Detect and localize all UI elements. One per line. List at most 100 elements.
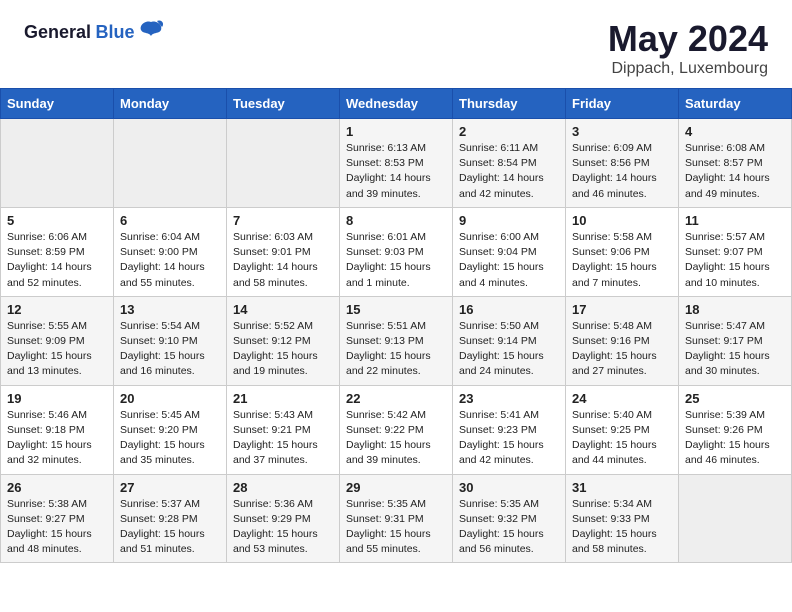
day-number: 2 [459, 124, 559, 139]
day-number: 16 [459, 302, 559, 317]
day-info: Sunrise: 6:00 AM Sunset: 9:04 PM Dayligh… [459, 230, 559, 291]
day-info: Sunrise: 5:52 AM Sunset: 9:12 PM Dayligh… [233, 319, 333, 380]
logo-general-text: General [24, 22, 91, 42]
calendar-cell: 30 Sunrise: 5:35 AM Sunset: 9:32 PM Dayli… [453, 474, 566, 563]
day-info: Sunrise: 5:46 AM Sunset: 9:18 PM Dayligh… [7, 408, 107, 469]
calendar-week-2: 5 Sunrise: 6:06 AM Sunset: 8:59 PM Daylig… [1, 207, 792, 296]
day-number: 5 [7, 213, 107, 228]
calendar-cell: 20 Sunrise: 5:45 AM Sunset: 9:20 PM Dayli… [114, 385, 227, 474]
calendar-week-5: 26Sunrise: 5:38 AM Sunset: 9:27 PM Dayli… [1, 474, 792, 563]
day-info: Sunrise: 5:34 AM Sunset: 9:33 PM Dayligh… [572, 497, 672, 558]
calendar-cell: 1 Sunrise: 6:13 AM Sunset: 8:53 PM Daylig… [340, 119, 453, 208]
day-info: Sunrise: 5:50 AM Sunset: 9:14 PM Dayligh… [459, 319, 559, 380]
day-number: 15 [346, 302, 446, 317]
calendar-cell: 24 Sunrise: 5:40 AM Sunset: 9:25 PM Dayli… [566, 385, 679, 474]
day-number: 17 [572, 302, 672, 317]
day-info: Sunrise: 5:47 AM Sunset: 9:17 PM Dayligh… [685, 319, 785, 380]
weekday-header-saturday: Saturday [679, 89, 792, 119]
day-info: Sunrise: 6:08 AM Sunset: 8:57 PM Dayligh… [685, 141, 785, 202]
day-number: 4 [685, 124, 785, 139]
day-number: 29 [346, 480, 446, 495]
calendar-cell: 7 Sunrise: 6:03 AM Sunset: 9:01 PM Daylig… [227, 207, 340, 296]
day-number: 1 [346, 124, 446, 139]
logo: General Blue [24, 18, 165, 46]
calendar-cell: 16 Sunrise: 5:50 AM Sunset: 9:14 PM Dayli… [453, 296, 566, 385]
calendar-cell [1, 119, 114, 208]
day-info: Sunrise: 5:39 AM Sunset: 9:26 PM Dayligh… [685, 408, 785, 469]
day-info: Sunrise: 5:45 AM Sunset: 9:20 PM Dayligh… [120, 408, 220, 469]
day-info: Sunrise: 5:51 AM Sunset: 9:13 PM Dayligh… [346, 319, 446, 380]
day-number: 22 [346, 391, 446, 406]
day-number: 25 [685, 391, 785, 406]
calendar-cell: 29Sunrise: 5:35 AM Sunset: 9:31 PM Dayli… [340, 474, 453, 563]
calendar-week-1: 1 Sunrise: 6:13 AM Sunset: 8:53 PM Daylig… [1, 119, 792, 208]
weekday-header-row: SundayMondayTuesdayWednesdayThursdayFrid… [1, 89, 792, 119]
weekday-header-sunday: Sunday [1, 89, 114, 119]
calendar-table: SundayMondayTuesdayWednesdayThursdayFrid… [0, 88, 792, 563]
calendar-cell [227, 119, 340, 208]
day-info: Sunrise: 5:37 AM Sunset: 9:28 PM Dayligh… [120, 497, 220, 558]
calendar-cell: 15 Sunrise: 5:51 AM Sunset: 9:13 PM Dayli… [340, 296, 453, 385]
logo-bird-icon [137, 18, 165, 46]
calendar-cell: 13 Sunrise: 5:54 AM Sunset: 9:10 PM Dayli… [114, 296, 227, 385]
weekday-header-monday: Monday [114, 89, 227, 119]
day-number: 7 [233, 213, 333, 228]
calendar-cell: 27 Sunrise: 5:37 AM Sunset: 9:28 PM Dayli… [114, 474, 227, 563]
calendar-cell: 21Sunrise: 5:43 AM Sunset: 9:21 PM Dayli… [227, 385, 340, 474]
day-number: 24 [572, 391, 672, 406]
day-number: 19 [7, 391, 107, 406]
day-info: Sunrise: 6:13 AM Sunset: 8:53 PM Dayligh… [346, 141, 446, 202]
day-number: 26 [7, 480, 107, 495]
calendar-cell: 26Sunrise: 5:38 AM Sunset: 9:27 PM Dayli… [1, 474, 114, 563]
day-number: 13 [120, 302, 220, 317]
calendar-cell: 4 Sunrise: 6:08 AM Sunset: 8:57 PM Daylig… [679, 119, 792, 208]
day-info: Sunrise: 6:09 AM Sunset: 8:56 PM Dayligh… [572, 141, 672, 202]
calendar-cell: 23 Sunrise: 5:41 AM Sunset: 9:23 PM Dayli… [453, 385, 566, 474]
weekday-header-friday: Friday [566, 89, 679, 119]
day-info: Sunrise: 5:57 AM Sunset: 9:07 PM Dayligh… [685, 230, 785, 291]
day-number: 31 [572, 480, 672, 495]
calendar-cell [114, 119, 227, 208]
calendar-cell: 14Sunrise: 5:52 AM Sunset: 9:12 PM Dayli… [227, 296, 340, 385]
day-info: Sunrise: 5:42 AM Sunset: 9:22 PM Dayligh… [346, 408, 446, 469]
day-number: 11 [685, 213, 785, 228]
calendar-cell: 2Sunrise: 6:11 AM Sunset: 8:54 PM Daylig… [453, 119, 566, 208]
calendar-cell: 28Sunrise: 5:36 AM Sunset: 9:29 PM Dayli… [227, 474, 340, 563]
calendar-subtitle: Dippach, Luxembourg [608, 60, 768, 78]
day-info: Sunrise: 6:06 AM Sunset: 8:59 PM Dayligh… [7, 230, 107, 291]
day-info: Sunrise: 5:41 AM Sunset: 9:23 PM Dayligh… [459, 408, 559, 469]
calendar-cell: 12 Sunrise: 5:55 AM Sunset: 9:09 PM Dayli… [1, 296, 114, 385]
day-info: Sunrise: 6:01 AM Sunset: 9:03 PM Dayligh… [346, 230, 446, 291]
day-number: 21 [233, 391, 333, 406]
page-header: General Blue May 2024 Dippach, Luxembour… [0, 0, 792, 88]
calendar-cell: 19 Sunrise: 5:46 AM Sunset: 9:18 PM Dayli… [1, 385, 114, 474]
calendar-cell: 18 Sunrise: 5:47 AM Sunset: 9:17 PM Dayli… [679, 296, 792, 385]
title-area: May 2024 Dippach, Luxembourg [608, 18, 768, 78]
day-number: 23 [459, 391, 559, 406]
logo-blue-text: Blue [96, 22, 135, 42]
calendar-cell [679, 474, 792, 563]
day-number: 12 [7, 302, 107, 317]
weekday-header-wednesday: Wednesday [340, 89, 453, 119]
calendar-cell: 25 Sunrise: 5:39 AM Sunset: 9:26 PM Dayli… [679, 385, 792, 474]
calendar-week-3: 12 Sunrise: 5:55 AM Sunset: 9:09 PM Dayli… [1, 296, 792, 385]
day-number: 10 [572, 213, 672, 228]
day-number: 28 [233, 480, 333, 495]
day-number: 8 [346, 213, 446, 228]
calendar-cell: 22 Sunrise: 5:42 AM Sunset: 9:22 PM Dayli… [340, 385, 453, 474]
day-number: 20 [120, 391, 220, 406]
weekday-header-tuesday: Tuesday [227, 89, 340, 119]
logo-text: General Blue [24, 22, 135, 43]
day-info: Sunrise: 5:55 AM Sunset: 9:09 PM Dayligh… [7, 319, 107, 380]
day-number: 3 [572, 124, 672, 139]
day-info: Sunrise: 6:03 AM Sunset: 9:01 PM Dayligh… [233, 230, 333, 291]
day-number: 30 [459, 480, 559, 495]
calendar-cell: 9Sunrise: 6:00 AM Sunset: 9:04 PM Daylig… [453, 207, 566, 296]
calendar-cell: 8 Sunrise: 6:01 AM Sunset: 9:03 PM Daylig… [340, 207, 453, 296]
day-number: 18 [685, 302, 785, 317]
day-number: 27 [120, 480, 220, 495]
day-info: Sunrise: 5:54 AM Sunset: 9:10 PM Dayligh… [120, 319, 220, 380]
calendar-cell: 17Sunrise: 5:48 AM Sunset: 9:16 PM Dayli… [566, 296, 679, 385]
day-info: Sunrise: 5:35 AM Sunset: 9:32 PM Dayligh… [459, 497, 559, 558]
day-info: Sunrise: 5:40 AM Sunset: 9:25 PM Dayligh… [572, 408, 672, 469]
